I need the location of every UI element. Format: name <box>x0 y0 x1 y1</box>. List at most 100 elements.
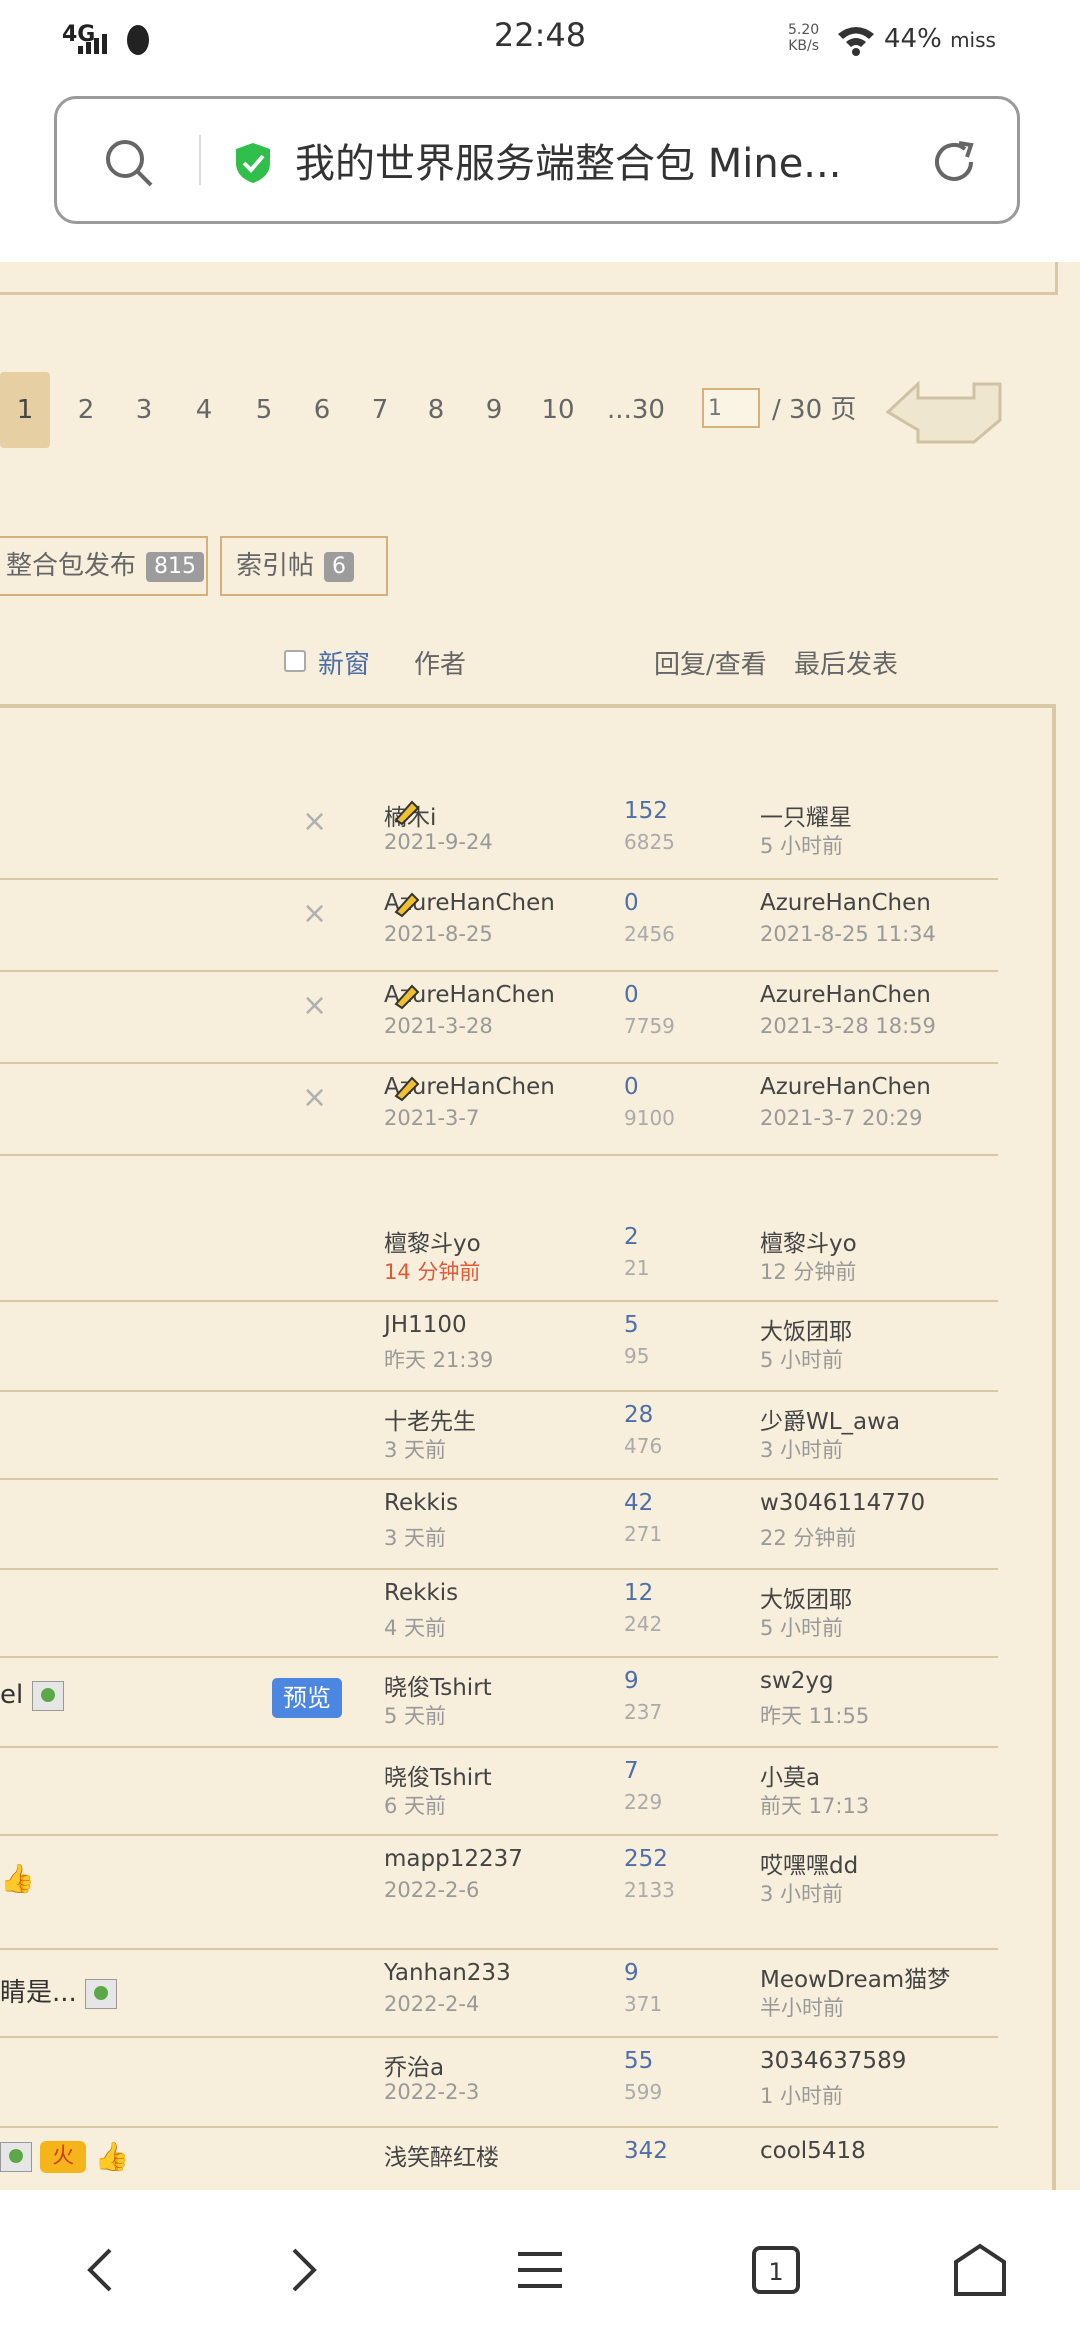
last-post-user[interactable]: 哎嘿嘿dd <box>760 1846 858 1880</box>
table-row[interactable]: 檀黎斗yo 14 分钟前 2 21 檀黎斗yo 12 分钟前 <box>0 1212 998 1302</box>
forward-icon[interactable] <box>272 2240 332 2300</box>
page-total: / 30 页 <box>772 395 857 425</box>
page-7[interactable]: 7 <box>360 372 400 448</box>
page-6[interactable]: 6 <box>302 372 342 448</box>
back-icon[interactable] <box>72 2240 132 2300</box>
return-arrow-icon[interactable] <box>878 370 1004 450</box>
last-post-time[interactable]: 12 分钟前 <box>760 1256 856 1286</box>
close-icon[interactable]: × <box>302 988 327 1023</box>
home-icon[interactable] <box>950 2240 1010 2300</box>
table-row[interactable]: AzureHanChen × 2021-3-7 0 9100 AzureHanChen 20… <box>0 1062 998 1156</box>
page-3[interactable]: 3 <box>124 372 164 448</box>
thread-author[interactable]: 晓俊Tshirt <box>384 1758 492 1792</box>
view-count: 599 <box>624 2080 663 2104</box>
thread-author[interactable]: 十老先生 <box>384 1402 476 1436</box>
last-post-user[interactable]: 少爵WL_awa <box>760 1402 900 1436</box>
close-icon[interactable]: × <box>302 1080 327 1115</box>
new-window-checkbox[interactable] <box>284 650 306 672</box>
last-post-user[interactable]: MeowDream猫梦 <box>760 1960 950 1994</box>
thread-author[interactable]: JH1100 <box>384 1312 467 1338</box>
last-post-user[interactable]: 小莫a <box>760 1758 820 1792</box>
close-icon[interactable]: × <box>302 804 327 839</box>
last-post-time[interactable]: 3 小时前 <box>760 1878 843 1908</box>
last-post-time[interactable]: 昨天 11:55 <box>760 1700 869 1730</box>
browser-bottom-bar: 1 <box>0 2190 1080 2340</box>
reply-count: 0 <box>624 890 639 916</box>
new-window-label[interactable]: 新窗 <box>318 644 370 680</box>
table-row[interactable]: 浅笑醉红楼 342 cool5418 火 👍 <box>0 2126 998 2192</box>
table-row[interactable]: 乔治a 2022-2-3 55 599 3034637589 1 小时前 <box>0 2036 998 2128</box>
last-post-time[interactable]: 2021-8-25 11:34 <box>760 922 936 946</box>
last-post-time[interactable]: 半小时前 <box>760 1992 844 2022</box>
last-post-time[interactable]: 2021-3-28 18:59 <box>760 1014 936 1038</box>
last-post-user[interactable]: AzureHanChen <box>760 890 931 916</box>
table-row[interactable]: Rekkis 4 天前 12 242 大饭团耶 5 小时前 <box>0 1568 998 1658</box>
table-row[interactable]: 晓俊Tshirt 5 天前 9 237 sw2yg 昨天 11:55 预览 el <box>0 1656 998 1748</box>
thread-author[interactable]: 晓俊Tshirt <box>384 1668 492 1702</box>
page-2[interactable]: 2 <box>66 372 106 448</box>
thread-author[interactable]: mapp12237 <box>384 1846 523 1872</box>
thread-author[interactable]: Rekkis <box>384 1580 458 1606</box>
close-icon[interactable]: × <box>302 896 327 931</box>
thread-author[interactable]: 乔治a <box>384 2048 444 2082</box>
last-post-time[interactable]: 5 小时前 <box>760 1612 843 1642</box>
last-post-user[interactable]: sw2yg <box>760 1668 834 1694</box>
thread-title-fragment[interactable]: 睛是... <box>0 1972 118 2009</box>
menu-icon[interactable] <box>510 2240 570 2300</box>
last-post-time[interactable]: 3 小时前 <box>760 1434 843 1464</box>
address-bar[interactable]: 我的世界服务端整合包 Mine... <box>54 96 1020 224</box>
page-8[interactable]: 8 <box>416 372 456 448</box>
thread-author[interactable]: 檀黎斗yo <box>384 1224 481 1258</box>
category-chip-release[interactable]: 整合包发布 815 <box>0 536 208 596</box>
table-row[interactable]: 晓俊Tshirt 6 天前 7 229 小莫a 前天 17:13 <box>0 1746 998 1836</box>
page-last[interactable]: ...30 <box>606 372 666 448</box>
last-post-user[interactable]: 3034637589 <box>760 2048 906 2074</box>
table-row[interactable]: mapp12237 2022-2-6 252 2133 哎嘿嘿dd 3 小时前 👍 <box>0 1834 998 1950</box>
last-post-time[interactable]: 前天 17:13 <box>760 1790 869 1820</box>
tabs-icon[interactable]: 1 <box>746 2240 806 2300</box>
last-post-time[interactable]: 5 小时前 <box>760 830 843 860</box>
page-9[interactable]: 9 <box>474 372 514 448</box>
thread-date: 昨天 21:39 <box>384 1348 494 1372</box>
page-1[interactable]: 1 <box>0 372 50 448</box>
last-post-time[interactable]: 1 小时前 <box>760 2080 843 2110</box>
reply-count: 0 <box>624 1074 639 1100</box>
last-post-user[interactable]: w3046114770 <box>760 1490 925 1516</box>
table-row[interactable]: 楠木i × 2021-9-24 152 6825 一只耀星 5 小时前 <box>0 786 998 880</box>
last-post-time[interactable]: 2021-3-7 20:29 <box>760 1106 923 1130</box>
page-4[interactable]: 4 <box>184 372 224 448</box>
last-post-time[interactable]: 5 小时前 <box>760 1344 843 1374</box>
last-post-user[interactable]: 大饭团耶 <box>760 1580 852 1614</box>
thread-date: 2021-8-25 <box>384 922 493 946</box>
thread-title-fragment[interactable]: el <box>0 1680 64 1711</box>
last-post-user[interactable]: AzureHanChen <box>760 1074 931 1100</box>
thread-author[interactable]: Rekkis <box>384 1490 458 1516</box>
last-post-user[interactable]: 檀黎斗yo <box>760 1224 857 1258</box>
thread-title-fragment[interactable]: 火 👍 <box>0 2140 129 2173</box>
reply-count: 0 <box>624 982 639 1008</box>
table-row[interactable]: AzureHanChen × 2021-3-28 0 7759 AzureHanChen 2… <box>0 970 998 1064</box>
thread-date: 6 天前 <box>384 1794 447 1818</box>
table-row[interactable]: JH1100 昨天 21:39 5 95 大饭团耶 5 小时前 <box>0 1300 998 1392</box>
thread-author[interactable]: 浅笑醉红楼 <box>384 2138 499 2172</box>
table-row[interactable]: Yanhan233 2022-2-4 9 371 MeowDream猫梦 半小时前 睛是..… <box>0 1948 998 2038</box>
page-10[interactable]: 10 <box>536 372 580 448</box>
last-post-user[interactable]: AzureHanChen <box>760 982 931 1008</box>
last-post-user[interactable]: 大饭团耶 <box>760 1312 852 1346</box>
pencil-icon <box>394 892 420 918</box>
page-5[interactable]: 5 <box>244 372 284 448</box>
page-jump-input[interactable]: 1 <box>702 388 760 428</box>
last-post-user[interactable]: 一只耀星 <box>760 798 852 832</box>
search-icon[interactable] <box>103 137 155 189</box>
reload-icon[interactable] <box>927 135 981 189</box>
table-row[interactable]: Rekkis 3 天前 42 271 w3046114770 22 分钟前 <box>0 1478 998 1570</box>
last-post-time[interactable]: 22 分钟前 <box>760 1522 856 1552</box>
table-row[interactable]: AzureHanChen × 2021-8-25 0 2456 AzureHanChen 2… <box>0 878 998 972</box>
last-post-user[interactable]: cool5418 <box>760 2138 866 2164</box>
svg-text:1: 1 <box>768 2258 783 2286</box>
preview-button[interactable]: 预览 <box>272 1678 342 1718</box>
page-title[interactable]: 我的世界服务端整合包 Mine... <box>295 131 935 189</box>
table-row[interactable]: 十老先生 3 天前 28 476 少爵WL_awa 3 小时前 <box>0 1390 998 1480</box>
category-chip-index[interactable]: 索引帖 6 <box>220 536 388 596</box>
thread-author[interactable]: Yanhan233 <box>384 1960 511 1986</box>
